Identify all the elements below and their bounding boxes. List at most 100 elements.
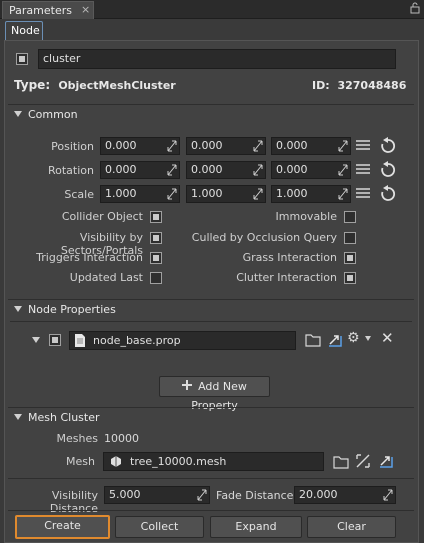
flag-checkbox[interactable] xyxy=(150,272,162,284)
gear-dropdown-icon[interactable] xyxy=(365,336,371,341)
property-enabled-checkbox[interactable] xyxy=(49,334,61,346)
transform-value: 0.000 xyxy=(276,163,308,176)
collect-button[interactable]: Collect xyxy=(115,516,204,538)
folder-icon[interactable] xyxy=(333,455,349,469)
transform-value: 0.000 xyxy=(191,163,223,176)
drag-arrows-icon[interactable] xyxy=(167,188,177,200)
tab-node[interactable]: Node xyxy=(5,21,43,40)
transform-x-input[interactable]: 1.000 xyxy=(100,185,180,203)
divider xyxy=(8,478,414,479)
transform-value: 1.000 xyxy=(105,187,137,200)
drag-arrows-icon[interactable] xyxy=(253,164,263,176)
transform-y-input[interactable]: 0.000 xyxy=(186,137,266,155)
flag-checkbox[interactable] xyxy=(344,272,356,284)
chevron-down-icon xyxy=(14,111,22,117)
folder-icon[interactable] xyxy=(305,333,321,347)
reset-mesh-icon[interactable] xyxy=(356,454,370,468)
create-button[interactable]: Create xyxy=(15,515,110,539)
node-name-value: cluster xyxy=(43,52,81,65)
gear-icon[interactable]: ⚙ xyxy=(347,330,360,346)
mesh-label: Mesh xyxy=(66,455,95,468)
drag-arrows-icon[interactable] xyxy=(253,188,263,200)
clear-button[interactable]: Clear xyxy=(307,516,396,538)
select-arrow-icon[interactable] xyxy=(378,453,394,469)
section-common[interactable]: Common xyxy=(8,104,414,124)
add-icon xyxy=(182,380,193,390)
node-name-input[interactable]: cluster xyxy=(38,49,396,69)
flag-checkbox[interactable] xyxy=(150,252,162,264)
pin-icon[interactable] xyxy=(410,2,420,14)
property-expand-icon[interactable] xyxy=(32,337,40,343)
drag-arrows-icon[interactable] xyxy=(197,489,207,501)
transform-label: Rotation xyxy=(47,164,94,177)
tab-parameters[interactable]: Parameters × xyxy=(2,1,94,19)
section-node-properties-title: Node Properties xyxy=(28,303,116,316)
drag-arrows-icon[interactable] xyxy=(338,188,348,200)
reset-icon[interactable] xyxy=(379,185,397,202)
property-file-field[interactable]: node_base.prop xyxy=(69,331,296,350)
divider xyxy=(10,321,412,322)
transform-z-input[interactable]: 1.000 xyxy=(271,185,351,203)
clear-button-label: Clear xyxy=(337,520,366,533)
transform-value: 0.000 xyxy=(276,139,308,152)
transform-y-input[interactable]: 0.000 xyxy=(186,161,266,179)
visibility-distance-label: Visibility Distance xyxy=(49,489,98,515)
transform-z-input[interactable]: 0.000 xyxy=(271,161,351,179)
id-label: ID: xyxy=(312,79,330,92)
drag-arrows-icon[interactable] xyxy=(253,140,263,152)
transform-value: 0.000 xyxy=(105,139,137,152)
flag-label: Clutter Interaction xyxy=(236,271,337,284)
drag-arrows-icon[interactable] xyxy=(338,164,348,176)
drag-arrows-icon[interactable] xyxy=(167,140,177,152)
reset-icon[interactable] xyxy=(379,137,397,154)
drag-arrows-icon[interactable] xyxy=(167,164,177,176)
tab-node-label: Node xyxy=(11,24,40,37)
add-new-property-button[interactable]: Add New Property xyxy=(159,376,270,412)
type-label: Type: xyxy=(14,78,51,92)
id-row: ID: 327048486 xyxy=(312,79,406,92)
menu-icon[interactable] xyxy=(356,187,370,199)
flag-label: Updated Last xyxy=(69,271,143,284)
transform-y-input[interactable]: 1.000 xyxy=(186,185,266,203)
section-mesh-cluster[interactable]: Mesh Cluster xyxy=(8,407,414,427)
transform-value: 1.000 xyxy=(191,187,223,200)
tab-parameters-label: Parameters xyxy=(9,4,72,17)
fade-distance-input[interactable]: 20.000 xyxy=(294,486,396,504)
node-enabled-checkbox[interactable] xyxy=(16,53,28,65)
flag-checkbox[interactable] xyxy=(344,232,356,244)
fade-distance-label: Fade Distance xyxy=(216,489,294,502)
flag-label: Grass Interaction xyxy=(242,251,337,264)
id-value: 327048486 xyxy=(337,79,407,92)
meshes-value: 10000 xyxy=(104,432,139,445)
mesh-icon xyxy=(111,456,121,467)
select-arrow-icon[interactable] xyxy=(327,332,343,348)
menu-icon[interactable] xyxy=(356,139,370,151)
transform-value: 0.000 xyxy=(105,163,137,176)
transform-z-input[interactable]: 0.000 xyxy=(271,137,351,155)
close-icon[interactable]: × xyxy=(81,3,90,16)
expand-button[interactable]: Expand xyxy=(210,516,302,538)
menu-icon[interactable] xyxy=(356,163,370,175)
expand-button-label: Expand xyxy=(235,520,277,533)
divider xyxy=(8,510,414,511)
transform-value: 0.000 xyxy=(191,139,223,152)
flag-checkbox[interactable] xyxy=(344,211,356,223)
transform-x-input[interactable]: 0.000 xyxy=(100,161,180,179)
section-node-properties[interactable]: Node Properties xyxy=(8,299,414,319)
flag-checkbox[interactable] xyxy=(150,211,162,223)
create-button-label: Create xyxy=(44,519,81,532)
flag-checkbox[interactable] xyxy=(150,232,162,244)
transform-label: Position xyxy=(51,140,94,153)
mesh-file-field[interactable]: tree_10000.mesh xyxy=(103,452,324,471)
drag-arrows-icon[interactable] xyxy=(338,140,348,152)
reset-icon[interactable] xyxy=(379,161,397,178)
panel-titlebar: Parameters × xyxy=(0,0,424,19)
remove-property-icon[interactable]: ✕ xyxy=(381,329,394,347)
chevron-down-icon xyxy=(14,306,22,312)
flag-label: Collider Object xyxy=(61,210,143,223)
visibility-distance-input[interactable]: 5.000 xyxy=(104,486,210,504)
transform-x-input[interactable]: 0.000 xyxy=(100,137,180,155)
drag-arrows-icon[interactable] xyxy=(383,489,393,501)
flag-checkbox[interactable] xyxy=(344,252,356,264)
flag-label: Immovable xyxy=(275,210,337,223)
